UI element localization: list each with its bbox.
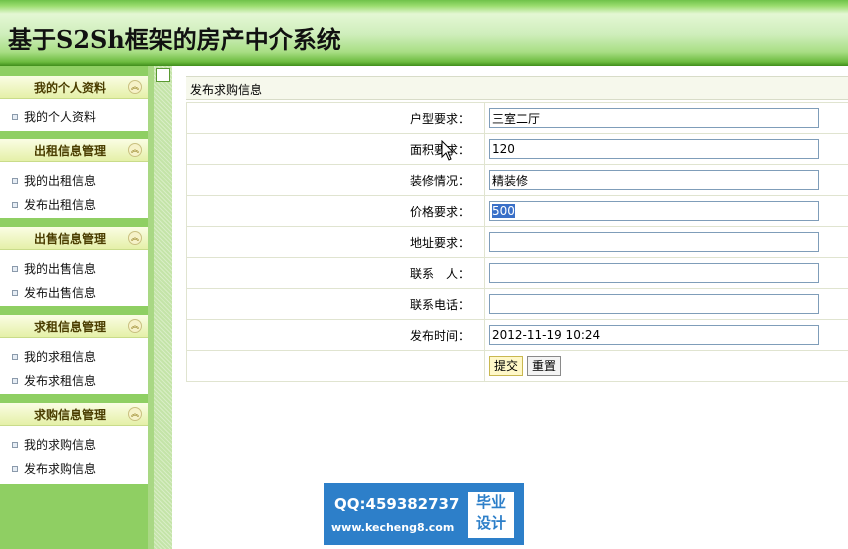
publish-time-input[interactable]: [489, 325, 819, 345]
sidebar-group-want-buy-body: 我的求购信息 发布求购信息: [0, 426, 148, 484]
collapse-icon[interactable]: ︽: [128, 407, 142, 421]
sidebar-item-my-want-rent[interactable]: 我的求租信息: [12, 348, 96, 364]
collapse-icon[interactable]: ︽: [128, 80, 142, 94]
watermark-badge: 毕业 设计: [468, 492, 514, 538]
bullet-icon: [12, 177, 18, 184]
sidebar-group-want-rent-body: 我的求租信息 发布求租信息: [0, 338, 148, 394]
sidebar-group-profile-body: 我的个人资料: [0, 99, 148, 131]
collapse-icon[interactable]: ︽: [128, 319, 142, 333]
sidebar-splitter[interactable]: [148, 66, 172, 549]
decoration-input[interactable]: [489, 170, 819, 190]
area-input[interactable]: [489, 139, 819, 159]
sidebar-group-title: 出租信息管理: [33, 144, 106, 158]
sidebar-item-publish-want-buy[interactable]: 发布求购信息: [12, 460, 96, 476]
bullet-icon: [12, 353, 18, 360]
form-row: 户型要求：: [186, 102, 848, 134]
sidebar: 我的个人资料 ︽ 我的个人资料 出租信息管理 ︽ 我的出租信息 发布出租信息 出…: [0, 66, 148, 549]
bullet-icon: [12, 265, 18, 272]
watermark-banner: QQ:459382737 www.kecheng8.com 毕业 设计: [324, 483, 524, 545]
sidebar-item-my-sale[interactable]: 我的出售信息: [12, 260, 96, 276]
watermark-qq: QQ:459382737: [334, 495, 460, 513]
selected-text: 500: [492, 204, 515, 218]
sidebar-group-title: 我的个人资料: [33, 81, 106, 95]
address-input[interactable]: [489, 232, 819, 252]
sidebar-group-sale-header[interactable]: 出售信息管理 ︽: [0, 227, 148, 250]
collapse-icon[interactable]: ︽: [128, 231, 142, 245]
sidebar-item-my-profile[interactable]: 我的个人资料: [12, 108, 96, 124]
bullet-icon: [12, 289, 18, 296]
field-label: 联系 人：: [186, 257, 485, 289]
sidebar-group-title: 出售信息管理: [33, 232, 106, 246]
sidebar-item-publish-sale[interactable]: 发布出售信息: [12, 284, 96, 300]
contact-input[interactable]: [489, 263, 819, 283]
sidebar-group-profile-header[interactable]: 我的个人资料 ︽: [0, 76, 148, 99]
sidebar-group-rent-out-header[interactable]: 出租信息管理 ︽: [0, 139, 148, 162]
bullet-icon: [12, 441, 18, 448]
form-row: 装修情况：: [186, 164, 848, 196]
form-row: 面积要求：: [186, 133, 848, 165]
sidebar-item-my-rent-out[interactable]: 我的出租信息: [12, 172, 96, 188]
field-label: 户型要求：: [186, 102, 485, 134]
sidebar-item-publish-rent-out[interactable]: 发布出租信息: [12, 196, 96, 212]
submit-button[interactable]: 提交: [489, 356, 524, 376]
field-label: 装修情况：: [186, 164, 485, 196]
sidebar-group-rent-out-body: 我的出租信息 发布出租信息: [0, 162, 148, 218]
collapse-icon[interactable]: ︽: [128, 143, 142, 157]
app-header: 基于S2Sh框架的房产中介系统: [0, 0, 848, 66]
field-label: 发布时间：: [186, 319, 485, 351]
form-row: 提交 重置: [186, 350, 848, 382]
layout-input[interactable]: [489, 108, 819, 128]
form-row: 地址要求：: [186, 226, 848, 258]
form-row: 价格要求： 500: [186, 195, 848, 227]
sidebar-group-want-rent-header[interactable]: 求租信息管理 ︽: [0, 315, 148, 338]
mouse-cursor-icon: [441, 140, 455, 161]
form-row: 联系电话：: [186, 288, 848, 320]
reset-button[interactable]: 重置: [527, 356, 562, 376]
sidebar-group-title: 求购信息管理: [33, 408, 106, 422]
sidebar-group-title: 求租信息管理: [33, 320, 106, 334]
app-title: 基于S2Sh框架的房产中介系统: [8, 25, 341, 54]
field-label: 联系电话：: [186, 288, 485, 320]
bullet-icon: [12, 377, 18, 384]
publish-form: 户型要求： 面积要求： 装修情况： 价格要求： 500 地址要求： 联系 人： …: [186, 102, 848, 382]
sidebar-item-publish-want-rent[interactable]: 发布求租信息: [12, 372, 96, 388]
splitter-toggle-icon[interactable]: [156, 68, 170, 82]
bullet-icon: [12, 113, 18, 120]
page-title: 发布求购信息: [190, 83, 263, 97]
bullet-icon: [12, 465, 18, 472]
form-panel-title: 发布求购信息: [186, 76, 848, 100]
phone-input[interactable]: [489, 294, 819, 314]
price-input[interactable]: 500: [489, 201, 819, 221]
sidebar-group-want-buy-header[interactable]: 求购信息管理 ︽: [0, 403, 148, 426]
field-label: 面积要求：: [186, 133, 485, 165]
sidebar-item-my-want-buy[interactable]: 我的求购信息: [12, 436, 96, 452]
field-label: 地址要求：: [186, 226, 485, 258]
sidebar-group-sale-body: 我的出售信息 发布出售信息: [0, 250, 148, 306]
form-row: 联系 人：: [186, 257, 848, 289]
form-row: 发布时间：: [186, 319, 848, 351]
field-label: 价格要求：: [186, 195, 485, 227]
watermark-url: www.kecheng8.com: [331, 521, 455, 534]
bullet-icon: [12, 201, 18, 208]
